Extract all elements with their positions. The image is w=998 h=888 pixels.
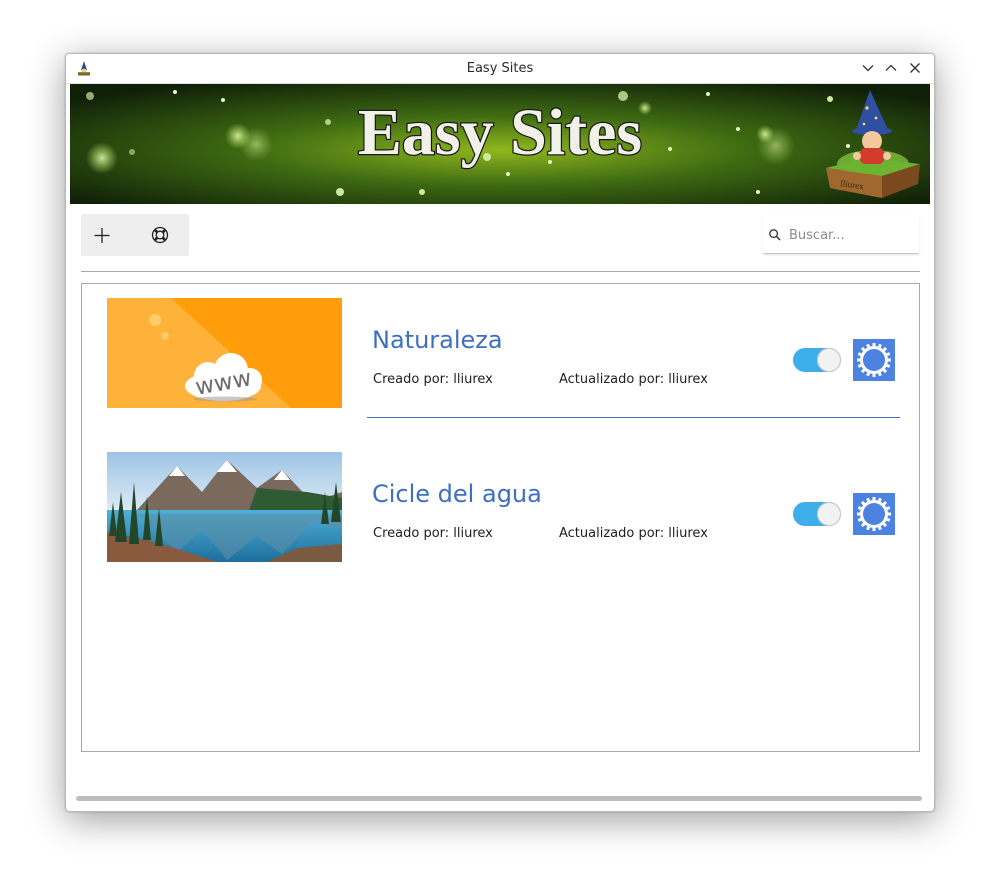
site-name[interactable]: Naturaleza bbox=[372, 326, 503, 354]
header-banner: lliurex Easy Sites bbox=[70, 84, 930, 204]
updated-by-label: Actualizado por: lliurex bbox=[559, 372, 708, 387]
site-thumbnail bbox=[107, 452, 342, 562]
gear-icon bbox=[857, 497, 891, 531]
app-window: Easy Sites lliurex Easy Sites Buscar... … bbox=[65, 53, 935, 812]
site-row[interactable]: Cicle del agua Creado por: lliurex Actua… bbox=[82, 452, 919, 564]
toggle-knob bbox=[817, 348, 841, 372]
close-icon[interactable] bbox=[908, 61, 922, 75]
edit-site-button[interactable] bbox=[853, 339, 895, 381]
search-icon bbox=[769, 229, 781, 241]
horizontal-scrollbar[interactable] bbox=[76, 796, 922, 801]
maximize-icon[interactable] bbox=[884, 61, 898, 75]
sites-list: www Naturaleza Creado por: lliurex Actua… bbox=[81, 283, 920, 752]
site-row[interactable]: www Naturaleza Creado por: lliurex Actua… bbox=[82, 298, 919, 410]
toolbar-separator bbox=[81, 271, 920, 272]
site-name[interactable]: Cicle del agua bbox=[372, 480, 542, 508]
updated-by-label: Actualizado por: lliurex bbox=[559, 526, 708, 541]
publish-toggle[interactable] bbox=[793, 502, 841, 526]
search-input[interactable] bbox=[787, 222, 917, 248]
publish-toggle[interactable] bbox=[793, 348, 841, 372]
created-by-label: Creado por: lliurex bbox=[373, 372, 493, 387]
search-box bbox=[763, 216, 919, 254]
row-divider bbox=[367, 417, 900, 418]
help-lifebuoy-button[interactable] bbox=[139, 214, 181, 256]
banner-title: Easy Sites bbox=[358, 96, 642, 169]
add-site-button[interactable] bbox=[81, 214, 123, 256]
created-by-label: Creado por: lliurex bbox=[373, 526, 493, 541]
minimize-icon[interactable] bbox=[861, 61, 875, 75]
toggle-knob bbox=[817, 502, 841, 526]
window-title: Easy Sites bbox=[466, 61, 534, 76]
gear-icon bbox=[857, 343, 891, 377]
title-bar: Easy Sites bbox=[66, 54, 934, 84]
banner-background: lliurex Easy Sites bbox=[70, 84, 930, 204]
main-toolbar bbox=[81, 214, 189, 256]
site-thumbnail: www bbox=[107, 298, 342, 408]
edit-site-button[interactable] bbox=[853, 493, 895, 535]
